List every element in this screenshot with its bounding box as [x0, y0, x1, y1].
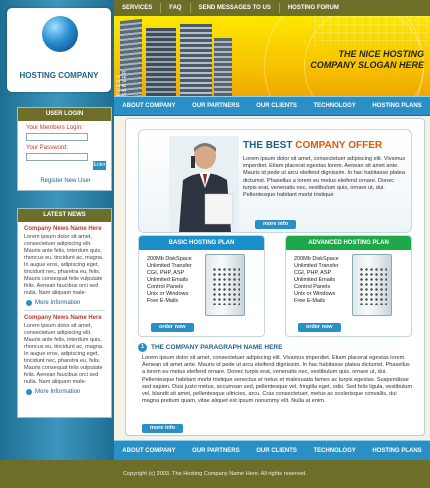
password-input[interactable] — [26, 153, 88, 161]
logo-text: HOSTING COMPANY — [19, 71, 99, 80]
plan-feature: Unlimited Transfer — [294, 263, 339, 269]
news-item-title[interactable]: Company News Name Here — [24, 315, 105, 321]
building-image — [180, 24, 212, 96]
news-more-link[interactable]: More Information — [26, 389, 105, 395]
server-image — [205, 254, 245, 316]
footer-nav-hosting-plans[interactable]: HOSTING PLANS — [372, 448, 421, 454]
news-title: LATEST NEWS — [18, 209, 111, 222]
nav-technology[interactable]: TECHNOLOGY — [313, 103, 355, 109]
plan-feature: 200Mb DiskSpace — [147, 256, 192, 262]
register-link[interactable]: Register New User — [18, 178, 113, 184]
plan-feature: CGI, PHP, ASP — [147, 270, 185, 276]
footer-nav-about-company[interactable]: ABOUT COMPANY — [122, 448, 175, 454]
news-item-title[interactable]: Company News Name Here — [24, 226, 105, 232]
bullet-icon — [26, 300, 32, 306]
news-more-label: More Information — [35, 300, 81, 306]
basic-plan-title: BASIC HOSTING PLAN — [139, 236, 264, 250]
decorative-grid — [314, 16, 430, 46]
password-label: Your Password: — [26, 145, 68, 151]
plan-feature: Free E-Mails — [294, 298, 326, 304]
enter-button[interactable]: Enter — [93, 161, 106, 170]
slogan-line-1: THE NICE HOSTING — [338, 49, 424, 59]
bullet-icon — [26, 389, 32, 395]
offer-title: THE BEST COMPANY OFFER — [243, 140, 382, 151]
offer-text: Lorem ipsum dolor sit amet, consectetuer… — [243, 156, 406, 199]
basic-plan-features: 200Mb DiskSpace Unlimited Transfer CGI, … — [147, 256, 192, 305]
building-image — [214, 38, 232, 96]
header-banner: PRESS SERVER THE NICE HOSTING COMPANY SL… — [114, 16, 430, 96]
footer-nav-technology[interactable]: TECHNOLOGY — [313, 448, 355, 454]
plan-feature: Control Panels — [294, 284, 331, 290]
plan-feature: Unix or Windows — [294, 291, 336, 297]
top-nav-faq[interactable]: FAQ — [161, 5, 189, 11]
plan-feature: CGI, PHP, ASP — [294, 270, 332, 276]
advanced-order-now-button[interactable]: order now — [298, 323, 341, 332]
plan-feature: Unlimited Emails — [147, 277, 188, 283]
advanced-plan-features: 200Mb DiskSpace Unlimited Transfer CGI, … — [294, 256, 339, 305]
paragraph-title: THE COMPANY PARAGRAPH NAME HERE — [151, 344, 283, 351]
header-vertical-label: PRESS SERVER — [116, 69, 128, 96]
footer-copyright: Copyright (c) 2003. The Hosting Company … — [0, 460, 430, 488]
logo-globe-icon — [42, 16, 78, 52]
login-title: USER LOGIN — [18, 108, 111, 121]
plan-feature: Free E-Mails — [147, 298, 179, 304]
plan-feature: Unix or Windows — [147, 291, 189, 297]
plan-feature: Unlimited Emails — [294, 277, 335, 283]
businessman-photo — [169, 136, 239, 232]
main-nav: ABOUT COMPANY OUR PARTNERS OUR CLIENTS T… — [114, 96, 430, 116]
server-vents — [359, 267, 387, 305]
basic-plan-card: BASIC HOSTING PLAN 200Mb DiskSpace Unlim… — [138, 235, 265, 337]
login-input[interactable] — [26, 133, 88, 141]
offer-more-info-button[interactable]: more info — [255, 220, 297, 229]
offer-panel: THE BEST COMPANY OFFER Lorem ipsum dolor… — [138, 129, 412, 233]
logo-panel[interactable]: HOSTING COMPANY — [7, 8, 111, 92]
offer-title-rest: COMPANY OFFER — [295, 140, 383, 151]
footer-nav-our-partners[interactable]: OUR PARTNERS — [192, 448, 240, 454]
nav-about-company[interactable]: ABOUT COMPANY — [122, 103, 175, 109]
news-more-label: More Information — [35, 389, 81, 395]
news-item-text: Lorem ipsum dolor sit amet, consectetuer… — [24, 323, 104, 385]
news-more-link[interactable]: More Information — [26, 300, 105, 306]
news-item: Company News Name Here Lorem ipsum dolor… — [18, 222, 111, 306]
plan-feature: Unlimited Transfer — [147, 263, 192, 269]
plan-feature: 200Mb DiskSpace — [294, 256, 339, 262]
server-vents — [212, 267, 240, 305]
paragraph-more-info-button[interactable]: more info — [142, 424, 184, 433]
footer-nav-our-clients[interactable]: OUR CLIENTS — [256, 448, 297, 454]
server-image — [352, 254, 392, 316]
building-image — [146, 28, 176, 96]
news-item: Company News Name Here Lorem ipsum dolor… — [18, 311, 111, 395]
top-nav: SERVICES FAQ SEND MESSAGES TO US HOSTING… — [114, 0, 430, 16]
top-nav-send-messages[interactable]: SEND MESSAGES TO US — [191, 5, 279, 11]
paragraph-text: Lorem ipsum dolor sit amet, consectetuer… — [142, 355, 413, 405]
slogan-line-2: COMPANY SLOGAN HERE — [310, 60, 424, 70]
footer-nav: ABOUT COMPANY OUR PARTNERS OUR CLIENTS T… — [114, 440, 430, 460]
login-panel: USER LOGIN Your Members Login: Your Pass… — [17, 107, 112, 191]
nav-hosting-plans[interactable]: HOSTING PLANS — [372, 103, 421, 109]
plan-feature: Control Panels — [147, 284, 184, 290]
paragraph-number-icon: 1 — [138, 343, 147, 352]
login-label: Your Members Login: — [26, 125, 83, 131]
header-slogan: THE NICE HOSTING COMPANY SLOGAN HERE — [254, 49, 424, 71]
news-panel: LATEST NEWS Company News Name Here Lorem… — [17, 208, 112, 418]
top-nav-hosting-forum[interactable]: HOSTING FORUM — [280, 5, 347, 11]
offer-title-the: THE BEST — [243, 140, 293, 151]
basic-order-now-button[interactable]: order now — [151, 323, 194, 332]
news-item-text: Lorem ipsum dolor sit amet, consectetuer… — [24, 234, 104, 296]
nav-our-partners[interactable]: OUR PARTNERS — [192, 103, 240, 109]
paragraph-heading: 1 THE COMPANY PARAGRAPH NAME HERE — [138, 343, 282, 352]
content-frame: THE BEST COMPANY OFFER Lorem ipsum dolor… — [125, 118, 425, 436]
advanced-plan-title: ADVANCED HOSTING PLAN — [286, 236, 411, 250]
nav-our-clients[interactable]: OUR CLIENTS — [256, 103, 297, 109]
advanced-plan-card: ADVANCED HOSTING PLAN 200Mb DiskSpace Un… — [285, 235, 412, 337]
top-nav-services[interactable]: SERVICES — [114, 5, 160, 11]
